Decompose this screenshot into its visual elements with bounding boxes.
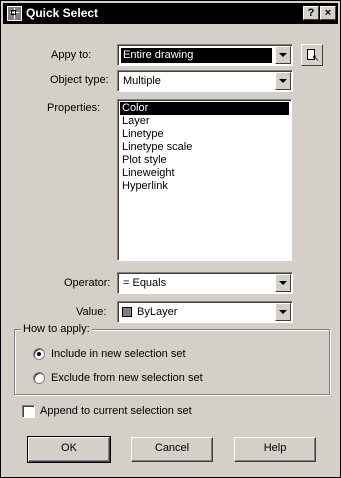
help-button[interactable]: Help — [234, 437, 316, 462]
how-to-apply-group — [14, 329, 330, 395]
object-type-dropdown-icon[interactable] — [275, 72, 291, 90]
apply-to-dropdown-icon[interactable] — [275, 46, 291, 64]
apply-to-value: Entire drawing — [121, 48, 272, 63]
color-swatch-icon — [122, 307, 132, 317]
operator-dropdown-icon[interactable] — [275, 274, 291, 292]
ok-button[interactable]: OK — [27, 436, 111, 463]
exclude-label[interactable]: Exclude from new selection set — [51, 372, 203, 384]
apply-to-select[interactable]: Entire drawing — [117, 44, 293, 66]
value-select[interactable]: ByLayer — [117, 301, 293, 323]
properties-label: Properties: — [47, 102, 101, 114]
append-checkbox[interactable] — [22, 405, 35, 418]
property-item-plot-style[interactable]: Plot style — [120, 154, 289, 167]
property-item-layer[interactable]: Layer — [120, 115, 289, 128]
operator-label: Operator: — [64, 277, 111, 289]
quick-select-app-icon — [7, 6, 22, 21]
property-item-lineweight[interactable]: Lineweight — [120, 167, 289, 180]
value-dropdown-icon[interactable] — [275, 303, 291, 321]
select-objects-button[interactable]: ↖ — [301, 44, 323, 66]
operator-value: = Equals — [123, 277, 167, 289]
include-radio[interactable] — [33, 348, 45, 360]
property-item-hyperlink[interactable]: Hyperlink — [120, 180, 289, 193]
property-item-linetype-scale[interactable]: Linetype scale — [120, 141, 289, 154]
close-button[interactable]: × — [320, 6, 336, 20]
value-value: ByLayer — [137, 306, 178, 318]
title-bar[interactable]: Quick Select ? × — [3, 3, 338, 24]
properties-list[interactable]: Color Layer Linetype Linetype scale Plot… — [117, 99, 292, 261]
value-label: Value: — [76, 306, 107, 318]
exclude-radio[interactable] — [33, 372, 45, 384]
operator-select[interactable]: = Equals — [117, 272, 293, 294]
include-label[interactable]: Include in new selection set — [51, 348, 186, 360]
help-titlebar-button[interactable]: ? — [303, 6, 319, 20]
property-item-linetype[interactable]: Linetype — [120, 128, 289, 141]
append-label[interactable]: Append to current selection set — [40, 405, 192, 417]
property-item-color[interactable]: Color — [120, 102, 289, 115]
how-to-apply-title: How to apply: — [21, 323, 92, 335]
object-type-value: Multiple — [123, 75, 161, 87]
quick-select-dialog: Quick Select ? × Appy to: Entire drawing… — [0, 0, 341, 478]
apply-to-label: Appy to: — [51, 49, 92, 61]
object-type-label: Object type: — [50, 74, 109, 86]
object-type-select[interactable]: Multiple — [117, 70, 293, 92]
cancel-button[interactable]: Cancel — [131, 437, 213, 462]
window-title: Quick Select — [26, 6, 99, 20]
